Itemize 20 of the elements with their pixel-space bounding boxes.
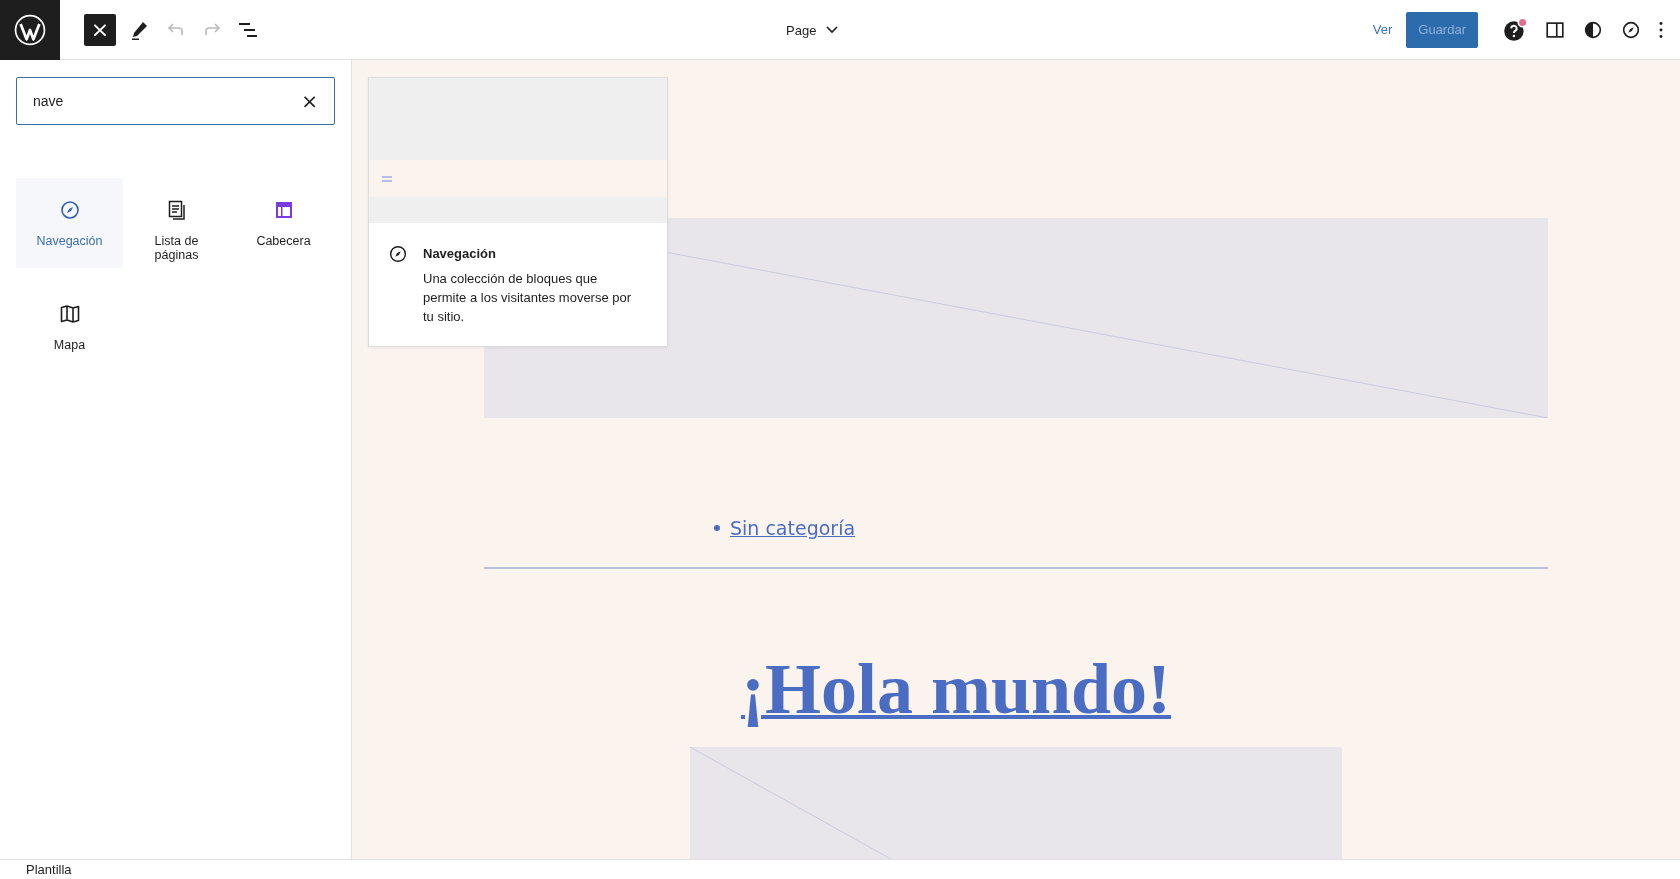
compass-icon	[387, 243, 409, 265]
wordpress-logo[interactable]	[0, 0, 60, 60]
block-search-field[interactable]: nave ×	[16, 77, 335, 125]
post-title-link[interactable]: ¡Hola mundo!	[740, 647, 1172, 731]
navigation-menu-icon	[381, 174, 393, 183]
block-item[interactable]: Navegación	[16, 178, 123, 268]
view-link[interactable]: Ver	[1372, 22, 1393, 37]
chevron-down-icon	[826, 26, 839, 34]
breadcrumb[interactable]: Plantilla	[26, 862, 72, 877]
bullet-icon	[714, 525, 720, 531]
block-item[interactable]: Mapa	[16, 282, 123, 372]
block-title: Navegación	[423, 246, 497, 261]
clear-search-button[interactable]: ×	[301, 89, 318, 113]
category-link[interactable]: Sin categoría	[730, 517, 856, 539]
block-item[interactable]: Cabecera	[230, 178, 337, 268]
document-dropdown[interactable]: Page	[780, 21, 845, 39]
help-icon[interactable]	[1502, 16, 1528, 43]
block-item[interactable]: Lista de páginas	[123, 178, 230, 268]
block-description: Una colección de bloques que permite a los visitantes moverse por tu sitio.	[423, 270, 633, 326]
close-inserter-button[interactable]: ×	[84, 13, 116, 46]
